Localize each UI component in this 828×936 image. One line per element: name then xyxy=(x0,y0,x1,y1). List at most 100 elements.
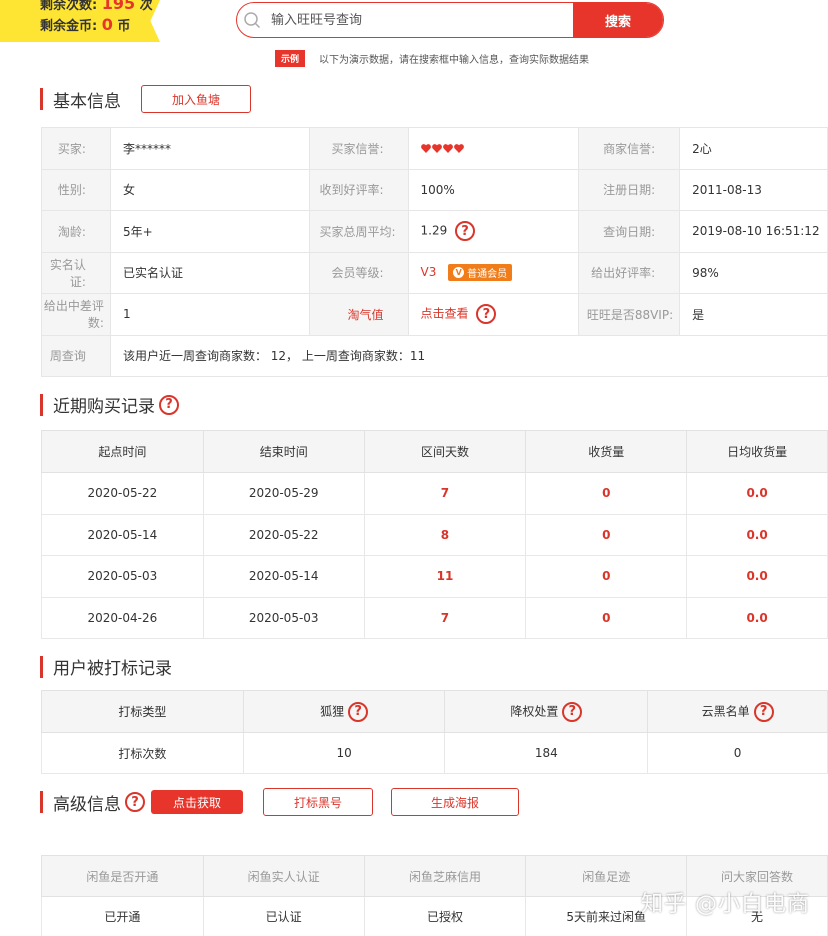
column-header: 日均收货量 xyxy=(686,430,828,473)
negative-count: 1 xyxy=(109,293,310,336)
info-label: 性别: xyxy=(41,168,111,211)
help-icon[interactable]: ? xyxy=(562,701,583,722)
generate-poster-button[interactable]: 生成海报 xyxy=(391,788,519,816)
blacklist-button[interactable]: 打标黑号 xyxy=(263,788,373,816)
heart-icon xyxy=(420,144,431,154)
positive-rate-given: 98% xyxy=(679,251,828,294)
demo-notice: 示例 以下为演示数据，请在搜索框中输入信息，查询实际数据结果 xyxy=(275,50,589,67)
table-cell: 0.0 xyxy=(686,472,828,515)
table-cell: 已开通 xyxy=(41,896,204,936)
basic-info-title: 基本信息 xyxy=(53,91,121,112)
remaining-count-unit: 次 xyxy=(139,0,153,13)
positive-rate-received: 100% xyxy=(407,168,580,211)
purchase-header: 近期购买记录 ? xyxy=(40,392,179,417)
balance-badge: 剩余次数: 195 次 剩余金币: 0 币 xyxy=(0,0,160,42)
heart-icon xyxy=(431,144,442,154)
info-label: 实名认证: xyxy=(41,251,111,294)
info-row: 性别: 女 收到好评率: 100% 注册日期: 2011-08-13 xyxy=(41,168,828,211)
table-cell: 11 xyxy=(363,555,527,598)
column-header: 起点时间 xyxy=(41,430,204,473)
info-label: 买家总周平均: xyxy=(308,210,409,253)
remaining-count-value: 195 xyxy=(101,0,136,13)
table-cell: 0 xyxy=(647,732,828,774)
help-icon[interactable]: ? xyxy=(753,701,774,722)
advanced-title: 高级信息 xyxy=(53,794,121,815)
search-button[interactable]: 搜索 xyxy=(573,3,663,37)
get-info-button[interactable]: 点击获取 xyxy=(151,790,243,814)
column-header: 结束时间 xyxy=(202,430,365,473)
search-input[interactable] xyxy=(267,3,573,37)
remaining-coin: 剩余金币: 0 币 xyxy=(40,15,160,36)
column-header-label: 狐狸 xyxy=(320,704,345,718)
table-header-row: 打标类型 狐狸? 降权处置? 云黑名单? xyxy=(41,690,828,733)
naughty-value-cell: 点击查看 ? xyxy=(407,293,580,336)
table-cell: 0 xyxy=(525,555,688,598)
demo-text: 以下为演示数据，请在搜索框中输入信息，查询实际数据结果 xyxy=(319,55,590,66)
column-header-label: 云黑名单 xyxy=(701,704,750,718)
weekly-average: 1.29 xyxy=(420,223,448,238)
is-88vip: 是 xyxy=(679,293,828,336)
help-icon[interactable]: ? xyxy=(125,792,145,812)
help-icon[interactable]: ? xyxy=(476,304,497,325)
table-cell: 2020-05-29 xyxy=(202,472,365,515)
basic-info-table: 买家: 李****** 买家信誉: 商家信誉: 2心 性别: 女 收到好评率: … xyxy=(41,127,828,377)
table-cell: 0.0 xyxy=(686,596,828,639)
heart-icon xyxy=(442,144,453,154)
info-label: 淘龄: xyxy=(41,210,111,253)
info-row: 买家: 李****** 买家信誉: 商家信誉: 2心 xyxy=(41,127,828,170)
table-cell: 2020-05-03 xyxy=(41,555,204,598)
column-header: 云黑名单? xyxy=(647,690,828,733)
table-cell: 0 xyxy=(525,513,688,556)
table-cell: 2020-05-22 xyxy=(41,472,204,515)
seller-credit: 2心 xyxy=(679,127,828,170)
tag-table: 打标类型 狐狸? 降权处置? 云黑名单? 打标次数 10 184 0 xyxy=(41,690,828,774)
basic-info-header: 基本信息 加入鱼塘 xyxy=(40,85,251,113)
table-cell: 已认证 xyxy=(202,896,365,936)
table-row: 2020-05-14 2020-05-22 8 0 0.0 xyxy=(41,513,828,556)
table-cell: 0 xyxy=(525,596,688,639)
info-label: 周查询 xyxy=(41,334,111,377)
column-header: 闲鱼是否开通 xyxy=(41,855,204,897)
table-row: 2020-05-22 2020-05-29 7 0 0.0 xyxy=(41,472,828,515)
section-bar xyxy=(40,791,43,813)
remaining-coin-unit: 币 xyxy=(117,19,131,34)
section-bar xyxy=(40,88,43,110)
taobao-age: 5年+ xyxy=(109,210,310,253)
purchase-table: 起点时间 结束时间 区间天数 收货量 日均收货量 2020-05-22 2020… xyxy=(41,430,828,639)
purchase-title: 近期购买记录 xyxy=(53,397,155,417)
column-header: 降权处置? xyxy=(444,690,649,733)
search-icon xyxy=(237,3,267,37)
vip-icon: V xyxy=(453,267,465,279)
info-label: 旺旺是否88VIP: xyxy=(578,293,681,336)
add-fishpond-button[interactable]: 加入鱼塘 xyxy=(141,85,251,113)
help-icon[interactable]: ? xyxy=(455,221,476,242)
watermark: 知乎 @小白电商 xyxy=(641,892,810,917)
column-header: 收货量 xyxy=(525,430,688,473)
weekly-average-cell: 1.29 ? xyxy=(407,210,580,253)
table-cell: 7 xyxy=(363,596,527,639)
column-header: 狐狸? xyxy=(242,690,446,733)
info-label: 给出好评率: xyxy=(578,251,681,294)
weekly-query-text: 该用户近一周查询商家数： 12， 上一周查询商家数：11 xyxy=(109,334,828,377)
query-date: 2019-08-10 16:51:12 xyxy=(679,210,828,253)
click-view-link[interactable]: 点击查看 xyxy=(421,307,469,321)
help-icon[interactable]: ? xyxy=(348,701,369,722)
table-cell: 2020-05-22 xyxy=(202,513,365,556)
help-icon[interactable]: ? xyxy=(159,394,179,415)
tag-header: 用户被打标记录 xyxy=(40,654,172,679)
info-row: 实名认证: 已实名认证 会员等级: V3 V 普通会员 给出好评率: 98% xyxy=(41,251,828,294)
info-row: 给出中差评数: 1 淘气值 点击查看 ? 旺旺是否88VIP: 是 xyxy=(41,293,828,336)
buyer-name: 李****** xyxy=(109,127,310,170)
register-date: 2011-08-13 xyxy=(679,168,828,211)
search-bar: 搜索 xyxy=(236,2,664,38)
table-cell: 0.0 xyxy=(686,513,828,556)
gender: 女 xyxy=(109,168,310,211)
info-label: 给出中差评数: xyxy=(41,293,111,336)
info-label: 会员等级: xyxy=(308,251,409,294)
table-cell: 2020-04-26 xyxy=(41,596,204,639)
column-header: 闲鱼芝麻信用 xyxy=(363,855,527,897)
table-cell: 7 xyxy=(363,472,527,515)
member-level-cell: V3 V 普通会员 xyxy=(407,251,580,294)
column-header: 区间天数 xyxy=(363,430,527,473)
member-badge-label: 普通会员 xyxy=(467,269,508,281)
